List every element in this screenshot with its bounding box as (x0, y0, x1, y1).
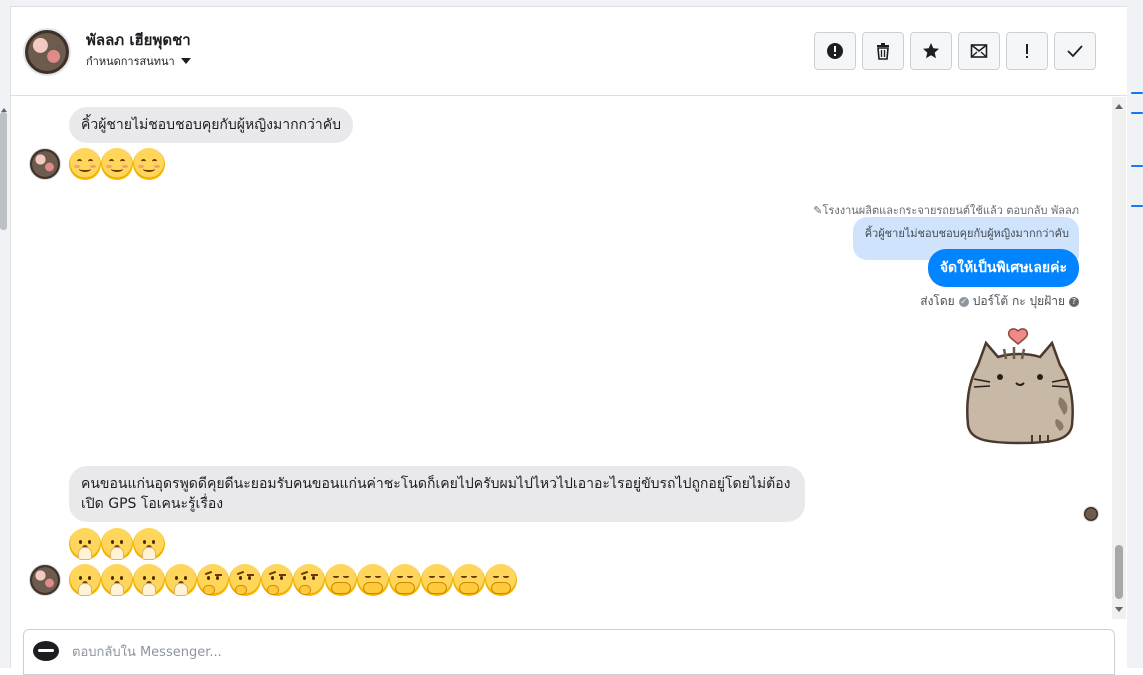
pusheen-sticker[interactable] (956, 327, 1086, 447)
smiling-face-emoji (101, 148, 133, 180)
smiling-face-emoji (133, 148, 165, 180)
sender-avatar[interactable] (29, 564, 61, 596)
left-scrollbar-thumb[interactable] (0, 112, 7, 230)
envelope-icon (970, 44, 988, 58)
face-with-hand-over-mouth-emoji (133, 528, 165, 560)
hugging-face-emoji (357, 564, 389, 596)
contact-name[interactable]: พัลลภ เฮียพุดชา (86, 28, 191, 52)
incoming-message[interactable]: คนขอนแก่นอุดรพูดดีคุยดีนะยอมรับคนขอนแก่น… (69, 466, 805, 522)
star-button[interactable] (910, 32, 952, 70)
face-with-hand-over-mouth-emoji (101, 528, 133, 560)
thinking-face-emoji (197, 564, 229, 596)
face-with-hand-over-mouth-emoji (101, 564, 133, 596)
thinking-face-emoji (229, 564, 261, 596)
right-strip-marker (1131, 92, 1143, 94)
emoji-message[interactable] (69, 528, 165, 560)
done-button[interactable] (1054, 32, 1096, 70)
message-composer (23, 629, 1115, 675)
sender-avatar[interactable] (29, 148, 61, 180)
report-button[interactable] (814, 32, 856, 70)
alert-circle-icon (827, 43, 843, 59)
exclamation-icon (1026, 44, 1028, 58)
hugging-face-emoji (453, 564, 485, 596)
caret-down-icon (180, 58, 191, 64)
emoji-message[interactable] (69, 148, 165, 180)
scrollbar-thumb[interactable] (1115, 545, 1123, 599)
conversation-header: พัลลภ เฮียพุดชา กำหนดการสนทนา (11, 7, 1127, 96)
check-icon (1067, 45, 1083, 58)
sent-by-info: ส่งโดย ✓ ปอร์โต้ กะ ปุยฝ้าย ? (920, 292, 1079, 311)
thinking-face-emoji (293, 564, 325, 596)
hugging-face-emoji (389, 564, 421, 596)
right-strip-marker (1131, 165, 1143, 167)
face-with-hand-over-mouth-emoji (69, 564, 101, 596)
reply-input[interactable] (72, 630, 1102, 674)
header-actions (814, 32, 1096, 70)
reply-context-text: โรงงานผลิตและกระจายรถยนต์ใช้แล้ว ตอบกลับ… (822, 204, 1079, 217)
contact-avatar[interactable] (23, 28, 71, 76)
important-button[interactable] (1006, 32, 1048, 70)
thinking-face-emoji (261, 564, 293, 596)
face-with-hand-over-mouth-emoji (165, 564, 197, 596)
emoji-message[interactable] (69, 564, 517, 596)
page-avatar (33, 641, 59, 661)
conversation-settings-label: กำหนดการสนทนา (86, 55, 175, 68)
conversation-settings-dropdown[interactable]: กำหนดการสนทนา (86, 52, 191, 70)
seen-indicator-avatar (1083, 506, 1099, 522)
right-strip-marker (1131, 205, 1143, 207)
left-strip (0, 0, 10, 668)
smiling-face-emoji (69, 148, 101, 180)
message-list: คิ้วผู้ชายไม่ชอบชอบคุยกับผู้หญิงมากกว่าค… (11, 97, 1111, 619)
hugging-face-emoji (325, 564, 357, 596)
right-strip-marker (1131, 112, 1143, 114)
star-icon (923, 43, 939, 59)
delete-button[interactable] (862, 32, 904, 70)
sent-by-label: ส่งโดย (920, 294, 955, 308)
trash-icon (877, 43, 889, 60)
scroll-up-arrow-icon[interactable] (1115, 104, 1123, 109)
mark-unread-button[interactable] (958, 32, 1000, 70)
face-with-hand-over-mouth-emoji (133, 564, 165, 596)
right-strip (1127, 0, 1143, 668)
incoming-message[interactable]: คิ้วผู้ชายไม่ชอบชอบคุยกับผู้หญิงมากกว่าค… (69, 107, 354, 143)
verified-badge-icon: ✓ (958, 296, 969, 307)
face-with-hand-over-mouth-emoji (69, 528, 101, 560)
reply-arrow-icon: ✎ (813, 204, 823, 217)
hugging-face-emoji (421, 564, 453, 596)
outgoing-message[interactable]: จัดให้เป็นพิเศษเลยค่ะ (927, 249, 1079, 287)
message-list-scrollbar[interactable] (1112, 97, 1126, 619)
scroll-down-arrow-icon[interactable] (1115, 607, 1123, 612)
help-icon[interactable]: ? (1069, 296, 1079, 307)
conversation-panel: พัลลภ เฮียพุดชา กำหนดการสนทนา คิ้วผู้ชาย… (10, 6, 1127, 675)
sent-by-name[interactable]: ปอร์โต้ กะ ปุยฝ้าย (973, 292, 1065, 311)
hugging-face-emoji (485, 564, 517, 596)
